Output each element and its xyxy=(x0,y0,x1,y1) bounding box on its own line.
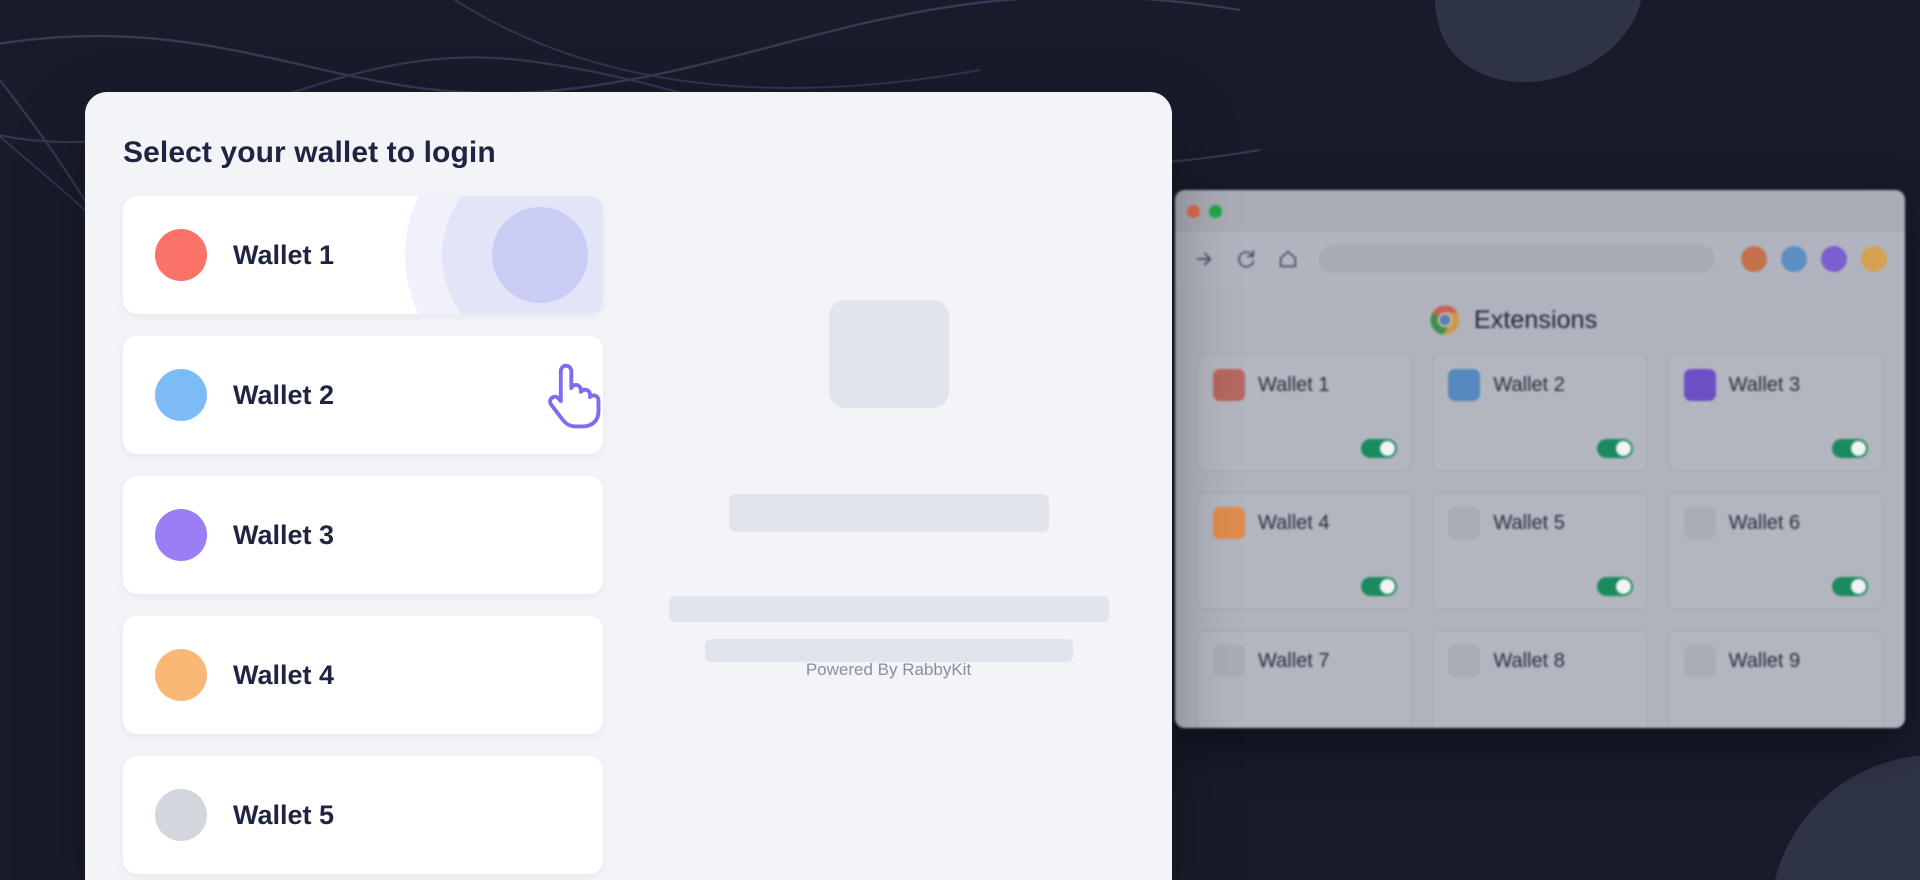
extension-card[interactable]: Wallet 1 xyxy=(1197,354,1413,472)
wallet-avatar xyxy=(155,229,207,281)
extensions-page-title: Extensions xyxy=(1474,305,1598,334)
extension-name: Wallet 8 xyxy=(1493,649,1565,672)
click-ripple-middle xyxy=(442,196,603,314)
wallet-option-label: Wallet 2 xyxy=(233,379,335,410)
click-ripple-inner xyxy=(492,207,588,303)
extension-card[interactable]: Wallet 8 xyxy=(1432,630,1648,728)
pointing-hand-cursor xyxy=(548,363,601,429)
skeleton-heading-placeholder xyxy=(728,494,1049,532)
extension-card-header: Wallet 4 xyxy=(1213,507,1396,539)
extension-card[interactable]: Wallet 4 xyxy=(1197,492,1413,610)
extension-card-header: Wallet 2 xyxy=(1448,369,1631,401)
reload-icon[interactable] xyxy=(1235,248,1257,270)
wallet-option-4[interactable]: Wallet 4 xyxy=(123,616,603,734)
extensions-page: Extensions Wallet 1 Wallet 2 Wallet 3 Wa… xyxy=(1175,286,1905,728)
extension-icon xyxy=(1213,507,1245,539)
toolbar-extension-icon[interactable] xyxy=(1821,246,1847,272)
extension-card[interactable]: Wallet 2 xyxy=(1432,354,1648,472)
extension-icon xyxy=(1213,645,1245,677)
powered-by-label: Powered By RabbyKit xyxy=(805,660,972,679)
extension-name: Wallet 6 xyxy=(1728,511,1801,534)
wallet-avatar xyxy=(155,789,207,841)
extension-icon xyxy=(1683,369,1716,401)
wallet-avatar xyxy=(155,649,207,701)
extension-name: Wallet 4 xyxy=(1258,511,1330,534)
wallet-option-2[interactable]: Wallet 2 xyxy=(123,336,603,454)
skeleton-text-placeholder xyxy=(668,596,1109,622)
page-title: Select your wallet to login xyxy=(123,136,496,169)
extension-name: Wallet 5 xyxy=(1493,511,1565,534)
extension-toggle[interactable] xyxy=(1596,577,1633,596)
url-input[interactable] xyxy=(1319,245,1715,273)
wallet-option-label: Wallet 5 xyxy=(233,799,335,830)
extension-name: Wallet 3 xyxy=(1728,373,1801,396)
extension-icon xyxy=(1448,645,1481,677)
extension-toggle[interactable] xyxy=(1361,439,1398,458)
toolbar-extension-icons xyxy=(1741,246,1887,272)
wallet-option-3[interactable]: Wallet 3 xyxy=(123,476,603,594)
extension-name: Wallet 7 xyxy=(1258,649,1330,672)
wallet-option-label: Wallet 3 xyxy=(233,519,335,550)
wallet-list: Wallet 1 Wallet 2 Wallet 3 Wallet 4 Wall xyxy=(123,196,605,874)
extension-card-header: Wallet 8 xyxy=(1448,645,1631,677)
screen: Extensions Wallet 1 Wallet 2 Wallet 3 Wa… xyxy=(0,0,1920,880)
toolbar-extension-icon[interactable] xyxy=(1741,246,1767,272)
wallet-avatar xyxy=(155,509,207,561)
browser-window: Extensions Wallet 1 Wallet 2 Wallet 3 Wa… xyxy=(1175,190,1905,728)
extension-card[interactable]: Wallet 6 xyxy=(1667,492,1883,610)
toolbar-extension-icon[interactable] xyxy=(1781,246,1807,272)
extension-card[interactable]: Wallet 3 xyxy=(1667,354,1883,472)
extension-card[interactable]: Wallet 5 xyxy=(1432,492,1648,610)
window-maximize-button[interactable] xyxy=(1209,204,1222,218)
wallet-select-modal: Select your wallet to login Wallet 1 Wal… xyxy=(85,92,1172,880)
extension-card[interactable]: Wallet 9 xyxy=(1667,630,1883,728)
window-close-button[interactable] xyxy=(1187,204,1200,218)
extension-card-header: Wallet 1 xyxy=(1213,369,1396,401)
modal-left-pane: Select your wallet to login Wallet 1 Wal… xyxy=(85,92,605,880)
extension-card-header: Wallet 6 xyxy=(1683,507,1867,539)
extension-card-header: Wallet 3 xyxy=(1683,369,1867,401)
extension-name: Wallet 9 xyxy=(1728,649,1801,672)
browser-toolbar xyxy=(1175,232,1905,286)
wallet-option-5[interactable]: Wallet 5 xyxy=(123,756,603,874)
extension-card[interactable]: Wallet 7 xyxy=(1197,630,1413,728)
extension-card-header: Wallet 9 xyxy=(1683,645,1867,677)
extension-name: Wallet 2 xyxy=(1493,373,1565,396)
extension-card-header: Wallet 7 xyxy=(1213,645,1396,677)
toolbar-extension-icon[interactable] xyxy=(1861,246,1887,272)
wallet-option-label: Wallet 4 xyxy=(233,659,335,690)
extension-toggle[interactable] xyxy=(1361,577,1398,596)
arrow-right-icon[interactable] xyxy=(1193,248,1215,270)
wallet-option-1[interactable]: Wallet 1 xyxy=(123,196,603,314)
chrome-logo-icon xyxy=(1430,305,1460,335)
extension-name: Wallet 1 xyxy=(1258,373,1330,396)
extension-card-header: Wallet 5 xyxy=(1448,507,1631,539)
wallet-option-label: Wallet 1 xyxy=(233,239,335,270)
extension-toggle[interactable] xyxy=(1596,439,1633,458)
extension-icon xyxy=(1683,645,1716,677)
extensions-header: Extensions xyxy=(1429,304,1883,336)
extensions-grid: Wallet 1 Wallet 2 Wallet 3 Wallet 4 Wall… xyxy=(1197,354,1883,728)
extension-toggle[interactable] xyxy=(1831,577,1868,596)
extension-icon xyxy=(1448,507,1481,539)
skeleton-logo-placeholder xyxy=(828,300,949,408)
extension-icon xyxy=(1683,507,1716,539)
extension-icon xyxy=(1213,369,1245,401)
extension-toggle[interactable] xyxy=(1831,439,1868,458)
skeleton-text-placeholder xyxy=(704,639,1073,662)
modal-right-pane: Powered By RabbyKit xyxy=(605,92,1172,880)
home-icon[interactable] xyxy=(1277,248,1299,270)
wallet-avatar xyxy=(155,369,207,421)
browser-titlebar xyxy=(1175,190,1905,232)
click-ripple-outer xyxy=(405,196,603,314)
extension-icon xyxy=(1448,369,1481,401)
